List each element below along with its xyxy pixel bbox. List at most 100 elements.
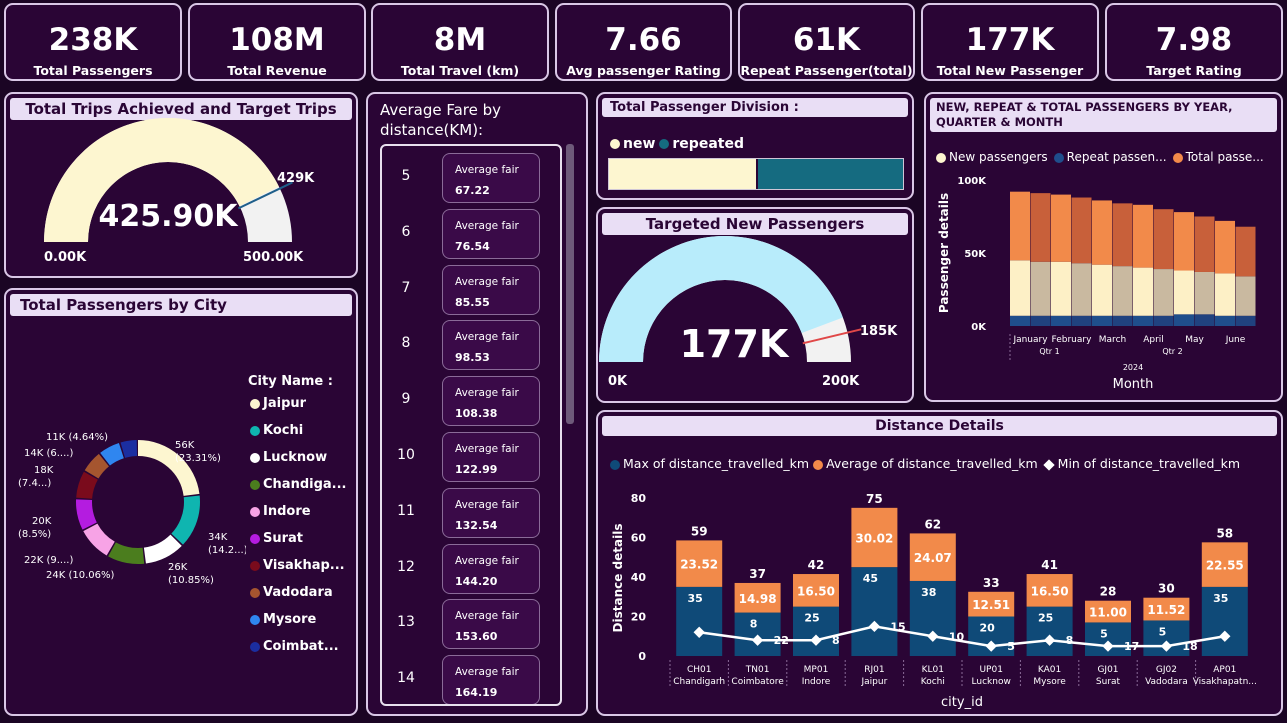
division-legend-item[interactable]: repeated xyxy=(659,136,744,152)
fare-card[interactable]: Average Fare by distance(KM): 5 Average f… xyxy=(366,92,588,716)
fare-row[interactable]: 11 Average fair 132.54 xyxy=(382,485,560,538)
repeat-segment[interactable] xyxy=(1092,315,1112,326)
donut-label-4: 22K (9....) xyxy=(24,555,73,566)
kpi-card-4[interactable]: 61K Repeat Passenger(total) xyxy=(738,3,915,81)
total-segment[interactable] xyxy=(1153,209,1174,270)
fare-card-item[interactable]: Average fair 132.54 xyxy=(442,487,540,538)
fare-card-item[interactable]: Average fair 98.53 xyxy=(442,320,540,371)
fare-row[interactable]: 14 Average fair 164.19 xyxy=(382,652,560,704)
x-tick-city: Jaipur xyxy=(861,677,888,687)
repeat-segment[interactable] xyxy=(1215,315,1235,326)
new-segment[interactable] xyxy=(1133,267,1153,316)
new-segment[interactable] xyxy=(1194,271,1215,315)
fare-card-item[interactable]: Average fair 67.22 xyxy=(442,153,540,203)
total-segment[interactable] xyxy=(1174,212,1194,271)
fare-card-item[interactable]: Average fair 108.38 xyxy=(442,376,540,427)
repeat-segment[interactable] xyxy=(1071,315,1092,326)
fare-list[interactable]: 5 Average fair 67.22 6 Average fair 76.54 7 Ave… xyxy=(382,146,560,704)
total-segment[interactable] xyxy=(1194,216,1215,272)
fare-card-item[interactable]: Average fair 164.19 xyxy=(442,655,540,704)
city-legend-item[interactable]: Jaipur xyxy=(250,396,306,411)
repeat-segment[interactable] xyxy=(1010,315,1030,326)
new-segment[interactable] xyxy=(1174,270,1194,315)
new-segment[interactable] xyxy=(1051,261,1071,316)
city-legend-item[interactable]: Coimbat... xyxy=(250,639,339,654)
repeat-segment[interactable] xyxy=(1051,315,1071,326)
fare-card-item[interactable]: Average fair 85.55 xyxy=(442,264,540,315)
new-segment[interactable] xyxy=(1112,266,1133,316)
fare-scrollbar[interactable] xyxy=(566,144,574,424)
total-segment[interactable] xyxy=(1092,200,1112,265)
total-label: 58 xyxy=(1216,526,1233,540)
new-segment[interactable] xyxy=(1153,269,1174,316)
kpi-card-6[interactable]: 7.98 Target Rating xyxy=(1105,3,1283,81)
city-legend-item[interactable]: Kochi xyxy=(250,423,303,438)
fare-row[interactable]: 13 Average fair 153.60 xyxy=(382,596,560,650)
repeat-segment[interactable] xyxy=(1174,314,1194,326)
new-gauge-card[interactable]: Targeted New Passengers 177K 0K 200K 185… xyxy=(596,207,914,403)
total-segment[interactable] xyxy=(1133,204,1153,268)
distance-legend-item[interactable]: Average of distance_travelled_km xyxy=(813,456,1038,471)
division-card[interactable]: Total Passenger Division : new repeated xyxy=(596,92,914,200)
fare-row[interactable]: 9 Average fair 108.38 xyxy=(382,373,560,427)
city-legend-item[interactable]: Lucknow xyxy=(250,450,327,465)
total-segment[interactable] xyxy=(1235,226,1256,277)
repeat-segment[interactable] xyxy=(1153,315,1174,326)
fare-row[interactable]: 5 Average fair 67.22 xyxy=(382,150,560,203)
passengers-legend-item[interactable]: Total passe... xyxy=(1172,150,1264,164)
total-segment[interactable] xyxy=(1215,220,1235,274)
city-legend-item[interactable]: Vadodara xyxy=(250,585,333,600)
repeat-segment[interactable] xyxy=(1030,315,1051,326)
donut-label-line1: 22K (9....) xyxy=(24,555,73,566)
distance-legend-item[interactable]: Min of distance_travelled_km xyxy=(1042,456,1240,471)
fare-card-item[interactable]: Average fair 144.20 xyxy=(442,543,540,594)
new-segment[interactable] xyxy=(1010,260,1030,316)
new-segment[interactable] xyxy=(1071,263,1092,316)
passengers-chart-card[interactable]: NEW, REPEAT & TOTAL PASSENGERS BY YEAR, … xyxy=(924,92,1283,402)
repeat-segment[interactable] xyxy=(1133,315,1153,326)
total-segment[interactable] xyxy=(1051,194,1071,262)
fare-row[interactable]: 7 Average fair 85.55 xyxy=(382,262,560,315)
kpi-value: 238K xyxy=(48,22,138,58)
repeat-segment[interactable] xyxy=(1194,314,1215,326)
repeat-segment[interactable] xyxy=(1235,315,1256,326)
distance-legend-item[interactable]: Max of distance_travelled_km xyxy=(610,456,809,471)
city-legend-item[interactable]: Surat xyxy=(250,531,303,546)
trips-gauge-card[interactable]: Total Trips Achieved and Target Trips 42… xyxy=(4,92,358,278)
fare-row[interactable]: 10 Average fair 122.99 xyxy=(382,429,560,482)
passengers-legend-item[interactable]: Repeat passen... xyxy=(1053,150,1167,164)
kpi-card-2[interactable]: 8M Total Travel (km) xyxy=(371,3,549,81)
total-segment[interactable] xyxy=(1071,197,1092,264)
city-legend-item[interactable]: Mysore xyxy=(250,612,316,627)
division-bar-new[interactable] xyxy=(609,159,756,189)
fare-card-item[interactable]: Average fair 153.60 xyxy=(442,599,540,650)
division-legend-item[interactable]: new xyxy=(610,136,655,152)
new-segment[interactable] xyxy=(1235,276,1256,316)
fare-row[interactable]: 8 Average fair 98.53 xyxy=(382,317,560,371)
new-segment[interactable] xyxy=(1030,261,1051,316)
new-segment[interactable] xyxy=(1215,273,1235,316)
distance-legend: Max of distance_travelled_km Average of d… xyxy=(610,456,1244,471)
division-bar-repeated[interactable] xyxy=(758,159,903,189)
passengers-legend-item[interactable]: New passengers xyxy=(936,150,1048,164)
city-legend-item[interactable]: Chandiga... xyxy=(250,477,346,492)
total-segment[interactable] xyxy=(1010,191,1030,261)
city-donut-card[interactable]: Total Passengers by City 56K (23.31%) 34K (… xyxy=(4,288,358,716)
kpi-card-1[interactable]: 108M Total Revenue xyxy=(188,3,366,81)
donut-label-line1: 26K xyxy=(168,562,188,573)
kpi-card-5[interactable]: 177K Total New Passenger xyxy=(921,3,1099,81)
repeat-segment[interactable] xyxy=(1112,315,1133,326)
city-legend-item[interactable]: Visakhap... xyxy=(250,558,345,573)
fare-row[interactable]: 12 Average fair 144.20 xyxy=(382,541,560,594)
total-segment[interactable] xyxy=(1030,193,1051,262)
fare-card-item[interactable]: Average fair 122.99 xyxy=(442,432,540,482)
city-legend-item[interactable]: Indore xyxy=(250,504,311,519)
total-segment[interactable] xyxy=(1112,203,1133,267)
fare-row[interactable]: 6 Average fair 76.54 xyxy=(382,206,560,259)
kpi-card-3[interactable]: 7.66 Avg passenger Rating xyxy=(555,3,732,81)
total-label: 33 xyxy=(983,576,1000,590)
distance-card[interactable]: Distance Details Max of distance_travell… xyxy=(596,410,1283,716)
new-segment[interactable] xyxy=(1092,264,1112,316)
fare-card-item[interactable]: Average fair 76.54 xyxy=(442,208,540,259)
kpi-card-0[interactable]: 238K Total Passengers xyxy=(4,3,182,81)
